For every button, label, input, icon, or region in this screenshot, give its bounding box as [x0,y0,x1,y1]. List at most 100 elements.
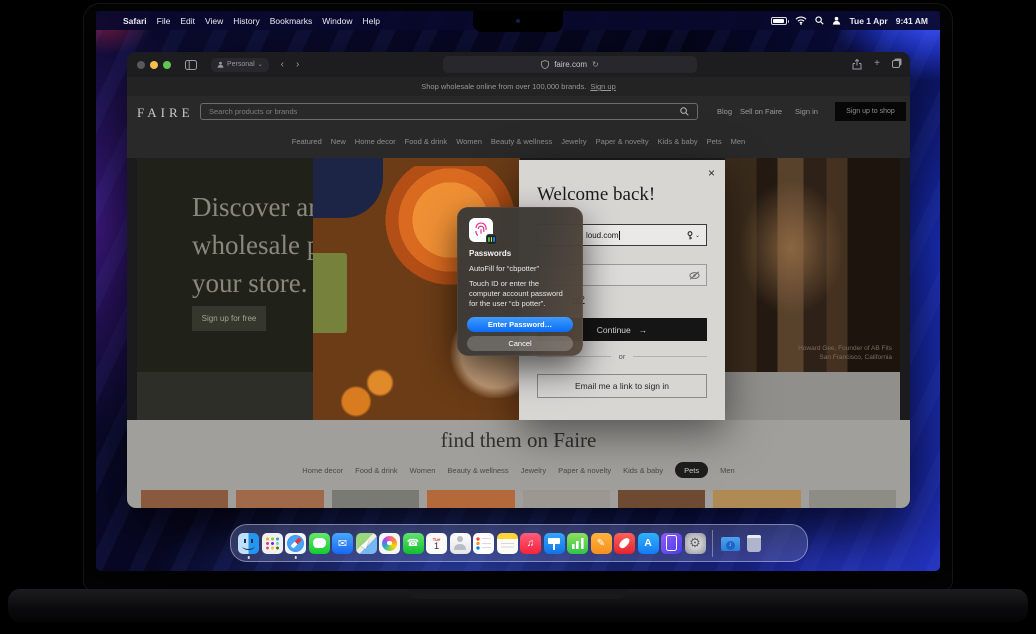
new-tab-icon[interactable]: + [874,59,880,69]
mail-glyph: ✉ [337,537,348,550]
blog-link[interactable]: Blog [717,107,732,116]
lower-nav-women[interactable]: Women [410,466,436,475]
menu-date[interactable]: Tue 1 Apr [849,16,887,26]
sign-in-link[interactable]: Sign in [795,107,818,116]
address-bar[interactable]: faire.com ↻ [443,56,697,73]
photo-caption-name: Howard Gee, Founder of AB Fits [798,345,892,352]
menu-edit[interactable]: Edit [180,16,195,26]
menu-window[interactable]: Window [322,16,352,26]
user-switch-icon[interactable] [832,16,841,25]
dock-system-settings-icon[interactable]: ⚙ [684,532,706,554]
dock-mail-icon[interactable]: ✉ [332,532,353,554]
dock-finder-icon[interactable] [238,532,259,559]
dock-photos-icon[interactable] [379,532,400,554]
menu-help[interactable]: Help [362,16,379,26]
menu-safari[interactable]: Safari [123,16,147,26]
dock-keynote-icon[interactable] [543,532,565,554]
dialog-app-name: Passwords [469,249,512,258]
close-icon[interactable]: × [708,166,715,180]
nav-women[interactable]: Women [456,137,482,146]
product-thumb[interactable] [236,490,324,508]
promo-banner-text: Shop wholesale online from over 100,000 … [421,82,587,91]
dock-notes-icon[interactable] [496,532,518,554]
nav-home-decor[interactable]: Home decor [355,137,396,146]
dock-messages-icon[interactable] [308,532,330,554]
battery-icon[interactable] [771,16,790,25]
continue-arrow-icon: → [638,324,648,335]
dock-maps-icon[interactable] [355,532,377,554]
dock-rocket-app-icon[interactable] [614,532,635,554]
nav-kids[interactable]: Kids & baby [658,137,698,146]
product-thumb[interactable] [141,490,229,508]
faire-logo[interactable]: FAIRE [137,105,194,121]
dock-iphone-mirroring-icon[interactable] [661,532,682,554]
autofill-key-icon[interactable]: ⌄ [686,230,700,240]
dock-contacts-icon[interactable] [449,532,471,554]
share-icon[interactable] [852,59,862,70]
dock-phone-icon[interactable]: ☎ [402,532,424,554]
menu-bookmarks[interactable]: Bookmarks [270,16,313,26]
promo-signup-link[interactable]: Sign up [590,82,615,91]
product-thumb[interactable] [427,490,515,508]
dock-safari-icon[interactable] [285,532,306,559]
window-zoom-button[interactable] [163,60,171,69]
lower-heading: find them on Faire [440,428,597,452]
nav-paper[interactable]: Paper & novelty [596,137,649,146]
wifi-icon[interactable] [795,16,807,25]
dock-numbers-icon[interactable] [567,532,588,554]
lower-nav-home-decor[interactable]: Home decor [302,466,343,475]
forward-button[interactable]: › [296,59,299,70]
spotlight-search-icon[interactable] [815,16,825,25]
dock-downloads-folder-icon[interactable]: ↓ [720,533,741,554]
profile-label: Personal [227,61,255,68]
menu-history[interactable]: History [233,16,259,26]
profile-switcher[interactable]: Personal ⌄ [211,57,269,72]
nav-featured[interactable]: Featured [292,137,322,146]
reload-icon[interactable]: ↻ [592,60,599,70]
sidebar-toggle-icon[interactable] [185,59,197,70]
product-thumb[interactable] [808,490,896,508]
sell-on-faire-link[interactable]: Sell on Faire [740,107,782,116]
search-icon[interactable] [680,107,689,116]
menu-view[interactable]: View [205,16,223,26]
dock-reminders-icon[interactable] [473,532,494,554]
sign-up-to-shop-button[interactable]: Sign up to shop [835,102,906,121]
lower-nav-beauty[interactable]: Beauty & wellness [447,466,508,475]
lower-nav-food-drink[interactable]: Food & drink [355,466,398,475]
promo-banner: Shop wholesale online from over 100,000 … [127,77,910,96]
product-thumb[interactable] [617,490,706,508]
nav-men[interactable]: Men [731,137,746,146]
product-thumb[interactable] [522,490,610,508]
dock-trash-icon[interactable] [743,533,764,554]
nav-new[interactable]: New [331,137,346,146]
product-thumb[interactable] [331,490,420,508]
lower-nav-kids[interactable]: Kids & baby [623,466,663,475]
lower-nav-paper[interactable]: Paper & novelty [558,466,611,475]
email-link-button[interactable]: Email me a link to sign in [537,374,707,398]
window-close-button[interactable] [137,60,145,69]
show-password-eye-icon[interactable] [689,270,700,280]
dock-calendar-icon[interactable]: Tue 1 [426,532,447,554]
tab-overview-icon[interactable] [892,60,900,68]
dock-music-icon[interactable]: ♫ [520,532,541,554]
dock-pages-icon[interactable]: ✎ [590,532,612,554]
enter-password-button[interactable]: Enter Password… [467,317,573,332]
lower-nav-jewelry[interactable]: Jewelry [521,466,546,475]
dock-launchpad-icon[interactable] [261,532,283,554]
or-label: or [618,352,626,361]
nav-food-drink[interactable]: Food & drink [405,137,448,146]
privacy-shield-icon[interactable] [541,60,550,69]
nav-beauty[interactable]: Beauty & wellness [491,137,552,146]
nav-pets[interactable]: Pets [707,137,722,146]
lower-nav-pets-active[interactable]: Pets [675,462,709,478]
dock-app-store-icon[interactable]: A [637,532,659,554]
lower-nav-men[interactable]: Men [720,466,735,475]
back-button[interactable]: ‹ [281,59,284,70]
nav-jewelry[interactable]: Jewelry [561,137,586,146]
sign-up-free-button[interactable]: Sign up for free [192,306,266,331]
menu-file[interactable]: File [157,16,171,26]
window-minimize-button[interactable] [150,60,158,69]
product-thumb[interactable] [713,490,801,508]
cancel-button[interactable]: Cancel [467,336,573,351]
search-input[interactable]: Search products or brands [200,103,698,120]
